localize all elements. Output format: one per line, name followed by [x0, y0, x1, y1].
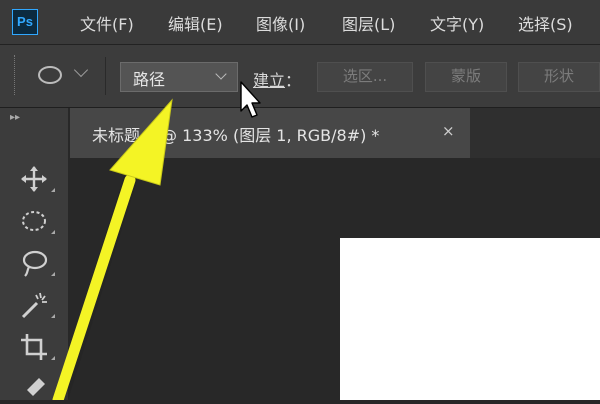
annotation-overlay	[52, 81, 261, 400]
mouse-cursor-icon	[240, 81, 261, 118]
yellow-arrow-annotation	[52, 98, 173, 400]
